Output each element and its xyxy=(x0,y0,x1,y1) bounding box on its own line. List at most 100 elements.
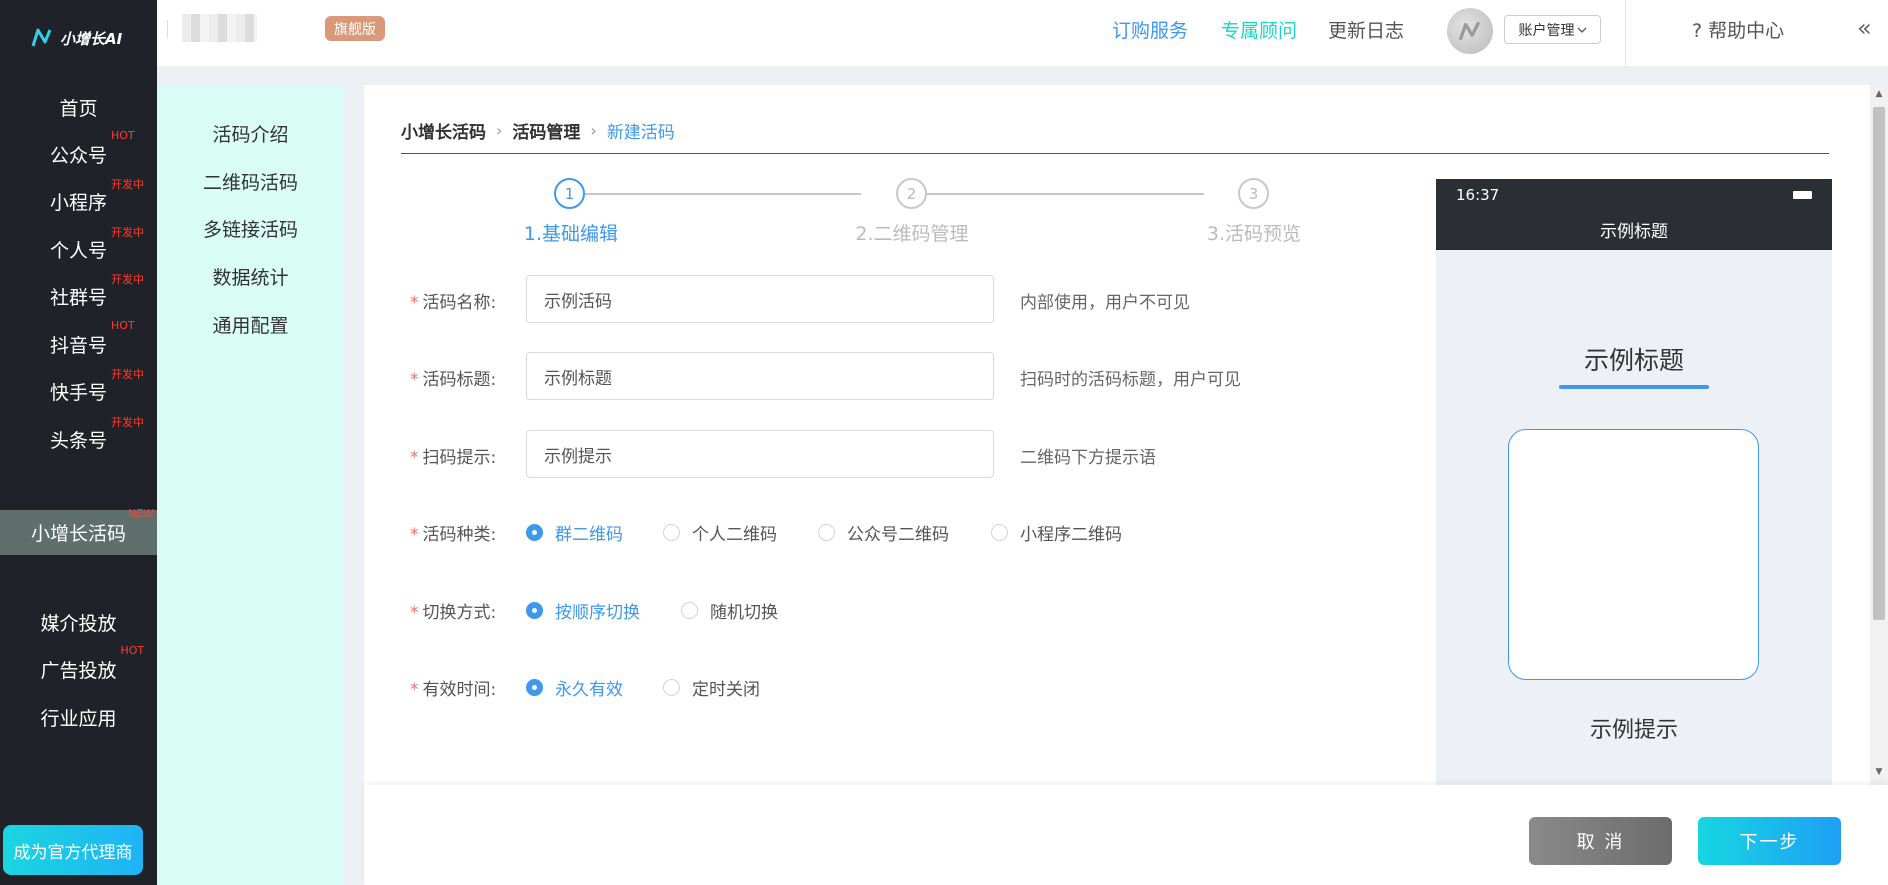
radio-dot xyxy=(526,524,543,541)
required-mark: * xyxy=(410,293,419,313)
sidebar-item-personal[interactable]: 个人号 开发中 xyxy=(0,226,157,269)
required-mark: * xyxy=(410,680,419,700)
radio-official-qr[interactable]: 公众号二维码 xyxy=(818,520,949,545)
validity-label: * 有效时间: xyxy=(410,680,497,700)
breadcrumb-divider xyxy=(401,153,1829,154)
title-input[interactable] xyxy=(526,352,994,400)
battery-icon xyxy=(1793,191,1812,199)
scroll-down-icon[interactable]: ▼ xyxy=(1870,767,1888,777)
new-badge: NEW xyxy=(128,507,155,520)
required-mark: * xyxy=(410,448,419,468)
app-logo[interactable]: 小增长AI xyxy=(30,26,122,50)
radio-permanent[interactable]: 永久有效 xyxy=(526,675,623,700)
subnav-item-multi-link[interactable]: 多链接活码 xyxy=(157,215,344,242)
step-3-circle: 3 xyxy=(1238,178,1269,209)
breadcrumb-parent[interactable]: 活码管理 xyxy=(512,118,580,143)
sidebar-item-toutiao[interactable]: 头条号 开发中 xyxy=(0,416,157,459)
logo-text: 小增长AI xyxy=(60,29,123,48)
main-content: 小增长活码 › 活码管理 › 新建活码 1 2 3 1.基础编辑 2.二维码管理… xyxy=(364,85,1870,785)
subscribe-link[interactable]: 订购服务 xyxy=(1112,16,1188,43)
help-center-label: 帮助中心 xyxy=(1708,20,1785,42)
step-1-circle: 1 xyxy=(554,178,585,209)
radio-random[interactable]: 随机切换 xyxy=(681,598,778,623)
name-label: * 活码名称: xyxy=(410,293,497,313)
dev-badge: 开发中 xyxy=(111,177,144,191)
radio-dot xyxy=(526,602,543,619)
sidebar-item-community[interactable]: 社群号 开发中 xyxy=(0,273,157,316)
header-divider xyxy=(167,20,168,38)
header-divider xyxy=(1625,0,1626,66)
phone-nav-title: 示例标题 xyxy=(1600,222,1668,242)
subnav-item-statistics[interactable]: 数据统计 xyxy=(157,263,344,290)
radio-sequential[interactable]: 按顺序切换 xyxy=(526,598,640,623)
dev-badge: 开发中 xyxy=(111,367,144,381)
tip-label: * 扫码提示: xyxy=(410,448,497,468)
subnav-item-intro[interactable]: 活码介绍 xyxy=(157,120,344,147)
preview-heading-underline xyxy=(1559,385,1709,389)
dev-badge: 开发中 xyxy=(111,225,144,239)
dev-badge: 开发中 xyxy=(111,415,144,429)
sidebar-item-ads[interactable]: 广告投放 HOT xyxy=(0,644,157,689)
org-name-redacted xyxy=(182,14,257,42)
sidebar-item-media[interactable]: 媒介投放 xyxy=(0,602,157,642)
chevron-down-icon xyxy=(1577,27,1586,33)
cancel-button[interactable]: 取 消 xyxy=(1529,817,1672,865)
sidebar-item-official-account[interactable]: 公众号 HOT xyxy=(0,129,157,174)
step-3-label: 3.活码预览 xyxy=(1206,223,1302,245)
hot-badge: HOT xyxy=(111,318,135,332)
required-mark: * xyxy=(410,603,419,623)
name-input[interactable] xyxy=(526,275,994,323)
hot-badge: HOT xyxy=(111,128,135,142)
step-2-label: 2.二维码管理 xyxy=(855,223,969,245)
title-hint: 扫码时的活码标题，用户可见 xyxy=(1020,370,1241,390)
question-icon: ? xyxy=(1692,20,1703,42)
tip-input[interactable] xyxy=(526,430,994,478)
radio-miniprogram-qr[interactable]: 小程序二维码 xyxy=(991,520,1122,545)
step-connector xyxy=(585,193,861,195)
collapse-icon[interactable]: « xyxy=(1857,14,1872,42)
radio-dot xyxy=(991,524,1008,541)
become-agent-button[interactable]: 成为官方代理商 xyxy=(3,825,143,875)
sub-sidebar: 活码介绍 二维码活码 多链接活码 数据统计 通用配置 xyxy=(157,85,344,885)
avatar[interactable] xyxy=(1447,8,1493,54)
help-center-link[interactable]: ? 帮助中心 xyxy=(1692,16,1784,43)
phone-status-bar: 16:37 示例标题 xyxy=(1436,179,1832,250)
sidebar-item-kuaishou[interactable]: 快手号 开发中 xyxy=(0,368,157,411)
scrollbar[interactable]: ▲ ▼ xyxy=(1870,85,1888,785)
breadcrumb-root[interactable]: 小增长活码 xyxy=(401,118,486,143)
radio-scheduled-close[interactable]: 定时关闭 xyxy=(663,675,760,700)
account-menu-label: 账户管理 xyxy=(1518,22,1575,39)
required-mark: * xyxy=(410,525,419,545)
subnav-item-general-config[interactable]: 通用配置 xyxy=(157,311,344,338)
account-menu[interactable]: 账户管理 xyxy=(1504,15,1601,44)
radio-dot xyxy=(818,524,835,541)
radio-dot xyxy=(663,524,680,541)
advisor-link[interactable]: 专属顾问 xyxy=(1221,16,1297,43)
switch-mode-label: * 切换方式: xyxy=(410,603,497,623)
logo-icon xyxy=(31,28,52,47)
breadcrumb: 小增长活码 › 活码管理 › 新建活码 xyxy=(401,118,675,143)
top-header: 旗舰版 订购服务 专属顾问 更新日志 账户管理 ? 帮助中心 « xyxy=(157,0,1888,66)
radio-group-qr[interactable]: 群二维码 xyxy=(526,520,623,545)
sidebar-item-live-code[interactable]: 小增长活码 NEW xyxy=(0,507,157,555)
hot-badge: HOT xyxy=(120,643,145,657)
radio-dot xyxy=(681,602,698,619)
changelog-link[interactable]: 更新日志 xyxy=(1328,16,1404,43)
sidebar-item-mini-program[interactable]: 小程序 开发中 xyxy=(0,178,157,221)
radio-personal-qr[interactable]: 个人二维码 xyxy=(663,520,777,545)
next-step-button[interactable]: 下一步 xyxy=(1698,817,1841,865)
type-label: * 活码种类: xyxy=(410,525,497,545)
sidebar-item-douyin[interactable]: 抖音号 HOT xyxy=(0,319,157,364)
name-hint: 内部使用，用户不可见 xyxy=(1020,293,1190,313)
step-2-circle: 2 xyxy=(896,178,927,209)
title-label: * 活码标题: xyxy=(410,370,497,390)
subnav-item-qr-live-code[interactable]: 二维码活码 xyxy=(157,168,344,195)
chevron-right-icon: › xyxy=(496,121,503,140)
radio-dot xyxy=(526,679,543,696)
tip-hint: 二维码下方提示语 xyxy=(1020,448,1156,468)
preview-heading: 示例标题 xyxy=(1583,346,1684,375)
sidebar-item-industry[interactable]: 行业应用 xyxy=(0,697,157,737)
scrollbar-thumb[interactable] xyxy=(1873,107,1885,620)
scroll-up-icon[interactable]: ▲ xyxy=(1870,89,1888,99)
sidebar-item-home[interactable]: 首页 xyxy=(0,87,157,127)
